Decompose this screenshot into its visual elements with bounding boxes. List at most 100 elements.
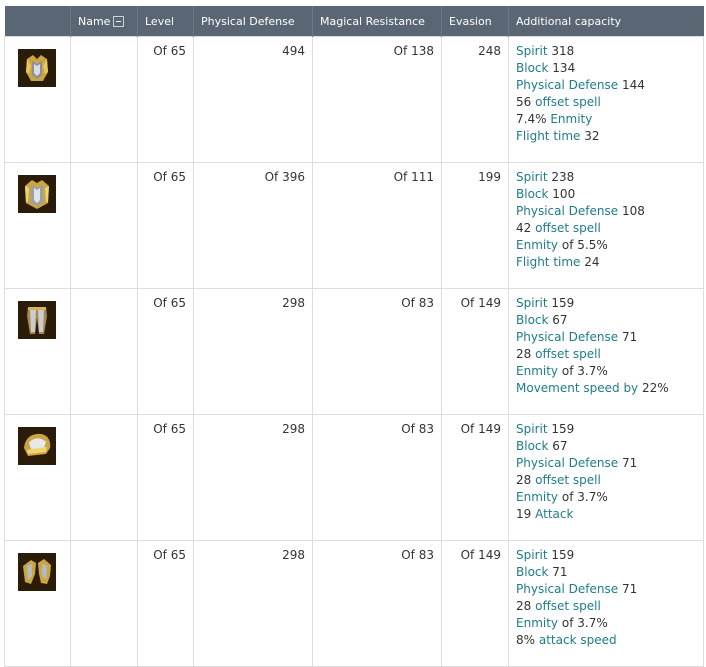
additional-capacity-header-label[interactable]: Additional capacity [516,15,621,28]
physical-defense-cell: 298 [193,288,313,415]
stat-line: 28 offset spell [516,472,703,489]
name-column-header[interactable]: Name [70,6,138,37]
physical-defense-cell: 298 [193,414,313,541]
stat-line: Physical Defense 71 [516,455,703,472]
stat-value: 144 [621,78,645,92]
stat-line: 28 offset spell [516,346,703,363]
stat-value: 108 [621,204,645,218]
stat-name-link[interactable]: Spirit [516,44,548,58]
item-name-cell [70,162,138,289]
stat-line: Spirit 159 [516,295,703,312]
name-header-label[interactable]: Name [78,15,110,28]
physical-defense-header-label[interactable]: Physical Defense [201,15,295,28]
stat-name-link[interactable]: Enmity [516,364,558,378]
item-table-container: Name Level Physical Defense Magical Resi… [0,0,706,667]
level-cell: Of 65 [137,162,194,289]
stat-name-link[interactable]: offset spell [535,95,601,109]
stat-line: Enmity of 5.5% [516,237,703,254]
stat-line: Spirit 238 [516,169,703,186]
collapse-toggle-icon[interactable] [113,15,125,27]
stat-name-link[interactable]: Flight time [516,129,580,143]
stat-value: 67 [552,313,568,327]
item-icon-cell [4,162,71,289]
stat-value: 238 [551,170,575,184]
magical-resistance-cell: Of 83 [312,414,442,541]
stat-value: of 5.5% [561,238,608,252]
stat-prefix-value: 42 [516,221,532,235]
level-cell: Of 65 [137,36,194,163]
stat-name-link[interactable]: Block [516,61,548,75]
level-header-label[interactable]: Level [145,15,174,28]
level-column-header[interactable]: Level [137,6,194,37]
evasion-cell: Of 149 [441,288,509,415]
magical-resistance-column-header[interactable]: Magical Resistance [312,6,442,37]
additional-capacity-cell: Spirit 159 Block 67 Physical Defense 71 28 … [508,288,704,415]
stat-line: 8% attack speed [516,632,703,649]
stat-value: 71 [621,330,638,344]
stat-name-link[interactable]: Physical Defense [516,204,618,218]
level-cell: Of 65 [137,540,194,667]
stat-value: 318 [551,44,575,58]
item-name-cell [70,540,138,667]
evasion-cell: Of 149 [441,540,509,667]
stat-line: 19 Attack [516,506,703,523]
stat-name-link[interactable]: Movement speed by [516,381,638,395]
physical-defense-cell: 298 [193,540,313,667]
physical-defense-cell: Of 396 [193,162,313,289]
magical-resistance-cell: Of 138 [312,36,442,163]
evasion-column-header[interactable]: Evasion [441,6,509,37]
stat-value: 67 [552,439,568,453]
stat-line: Enmity of 3.7% [516,615,703,632]
armor-chest-icon[interactable] [18,49,56,87]
level-cell: Of 65 [137,414,194,541]
stat-name-link[interactable]: Physical Defense [516,582,618,596]
stat-line: Movement speed by 22% [516,380,703,397]
stat-name-link[interactable]: Physical Defense [516,330,618,344]
stat-value: 24 [584,255,600,269]
magical-resistance-cell: Of 83 [312,540,442,667]
stat-name-link[interactable]: Attack [535,507,573,521]
stat-name-link[interactable]: Block [516,187,548,201]
additional-capacity-cell: Spirit 159 Block 67 Physical Defense 71 28 … [508,414,704,541]
stat-name-link[interactable]: Physical Defense [516,456,618,470]
stat-name-link[interactable]: Spirit [516,548,548,562]
stat-name-link[interactable]: Spirit [516,170,548,184]
stat-prefix-value: 28 [516,473,532,487]
magical-resistance-header-label[interactable]: Magical Resistance [320,15,425,28]
stat-name-link[interactable]: attack speed [539,633,617,647]
stat-value: 32 [584,129,600,143]
stat-name-link[interactable]: Flight time [516,255,580,269]
stat-name-link[interactable]: Block [516,313,548,327]
stat-name-link[interactable]: Enmity [516,490,558,504]
item-name-cell [70,36,138,163]
stat-name-link[interactable]: Enmity [516,616,558,630]
armor-pauldron-icon[interactable] [18,175,56,213]
item-icon-cell [4,288,71,415]
stat-line: Block 71 [516,564,703,581]
stat-name-link[interactable]: offset spell [535,599,601,613]
stat-prefix-value: 28 [516,599,532,613]
stat-value: of 3.7% [561,364,608,378]
stat-line: 7.4% Enmity [516,111,703,128]
stat-name-link[interactable]: Enmity [550,112,592,126]
armor-helmet-icon[interactable] [18,427,56,465]
stat-line: Block 67 [516,438,703,455]
stat-name-link[interactable]: Spirit [516,422,548,436]
stat-name-link[interactable]: Block [516,439,548,453]
stat-name-link[interactable]: offset spell [535,221,601,235]
item-table: Name Level Physical Defense Magical Resi… [4,6,704,667]
evasion-header-label[interactable]: Evasion [449,15,492,28]
stat-name-link[interactable]: Spirit [516,296,548,310]
stat-name-link[interactable]: offset spell [535,347,601,361]
table-row: Of 65 298 Of 83 Of 149 Spirit 159 Block 67 Phy… [4,414,704,541]
stat-name-link[interactable]: offset spell [535,473,601,487]
armor-legs-icon[interactable] [18,301,56,339]
stat-name-link[interactable]: Block [516,565,548,579]
additional-capacity-column-header[interactable]: Additional capacity [508,6,704,37]
stat-name-link[interactable]: Physical Defense [516,78,618,92]
evasion-cell: 199 [441,162,509,289]
stat-line: Physical Defense 144 [516,77,703,94]
stat-name-link[interactable]: Enmity [516,238,558,252]
armor-gloves-icon[interactable] [18,553,56,591]
physical-defense-column-header[interactable]: Physical Defense [193,6,313,37]
